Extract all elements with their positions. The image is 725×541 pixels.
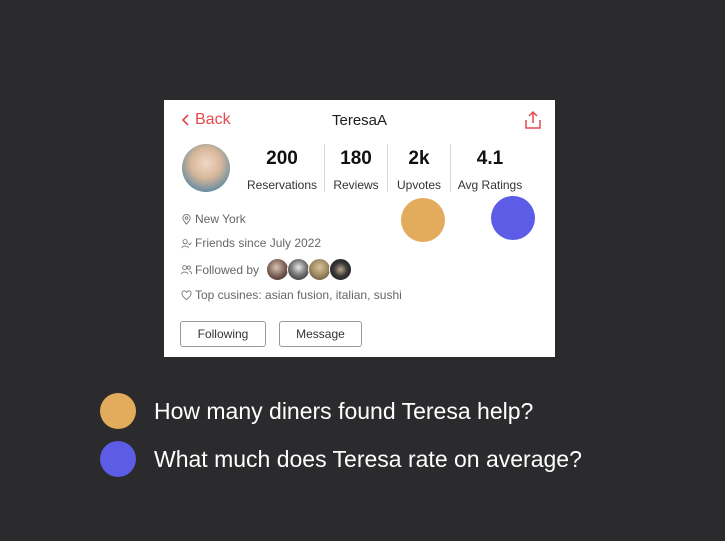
- stat-avg-ratings[interactable]: 4.1 Avg Ratings: [453, 144, 527, 192]
- top-cuisines-row: Top cusines: asian fusion, italian, sush…: [181, 288, 402, 302]
- stat-label: Reviews: [333, 178, 379, 192]
- share-icon[interactable]: [524, 110, 542, 130]
- annotation-text: What much does Teresa rate on average?: [154, 445, 582, 472]
- follower-avatar[interactable]: [329, 258, 353, 281]
- stat-divider: [324, 144, 325, 192]
- stat-value: 4.1: [476, 148, 504, 169]
- stat-reservations[interactable]: 200 Reservations: [242, 144, 322, 192]
- top-cuisines-text: Top cusines: asian fusion, italian, sush…: [195, 288, 402, 302]
- annotation-text: How many diners found Teresa help?: [154, 397, 534, 424]
- location-pin-icon: [182, 213, 191, 225]
- annotation-legend-item: How many diners found Teresa help?: [100, 393, 533, 429]
- stat-value: 2k: [408, 148, 430, 169]
- stat-upvotes[interactable]: 2k Upvotes: [390, 144, 448, 192]
- stat-divider: [450, 144, 451, 192]
- following-button[interactable]: Following: [180, 321, 266, 347]
- follower-avatar[interactable]: [308, 258, 332, 281]
- follower-avatar[interactable]: [266, 258, 290, 281]
- avg-ratings-annotation-marker: [491, 196, 535, 240]
- friends-since-text: Friends since July 2022: [195, 236, 322, 250]
- upvotes-annotation-marker: [401, 198, 445, 242]
- follower-avatars[interactable]: [266, 258, 353, 281]
- stat-reviews[interactable]: 180 Reviews: [327, 144, 385, 192]
- friends-row: Friends since July 2022: [181, 236, 321, 250]
- location-row: New York: [181, 212, 246, 226]
- follower-avatar[interactable]: [287, 258, 311, 281]
- message-button[interactable]: Message: [279, 321, 362, 347]
- stat-value: 200: [266, 148, 298, 169]
- avatar[interactable]: [182, 144, 230, 192]
- page-title: TeresaA: [331, 112, 388, 129]
- followed-by-row: Followed by: [181, 258, 353, 281]
- stat-label: Upvotes: [396, 178, 442, 192]
- user-check-icon: [181, 238, 192, 248]
- users-icon: [181, 265, 192, 275]
- heart-icon: [181, 289, 192, 300]
- location-text: New York: [195, 212, 246, 226]
- annotation-legend-item: What much does Teresa rate on average?: [100, 441, 582, 477]
- stats-row: 200 Reservations 180 Reviews 2k Upvotes …: [242, 144, 527, 192]
- stat-label: Avg Ratings: [457, 178, 523, 192]
- stat-label: Reservations: [246, 178, 318, 192]
- legend-marker: [100, 393, 136, 429]
- stat-value: 180: [340, 148, 372, 169]
- followed-by-label: Followed by: [195, 262, 260, 277]
- legend-marker: [100, 441, 136, 477]
- stat-divider: [387, 144, 388, 192]
